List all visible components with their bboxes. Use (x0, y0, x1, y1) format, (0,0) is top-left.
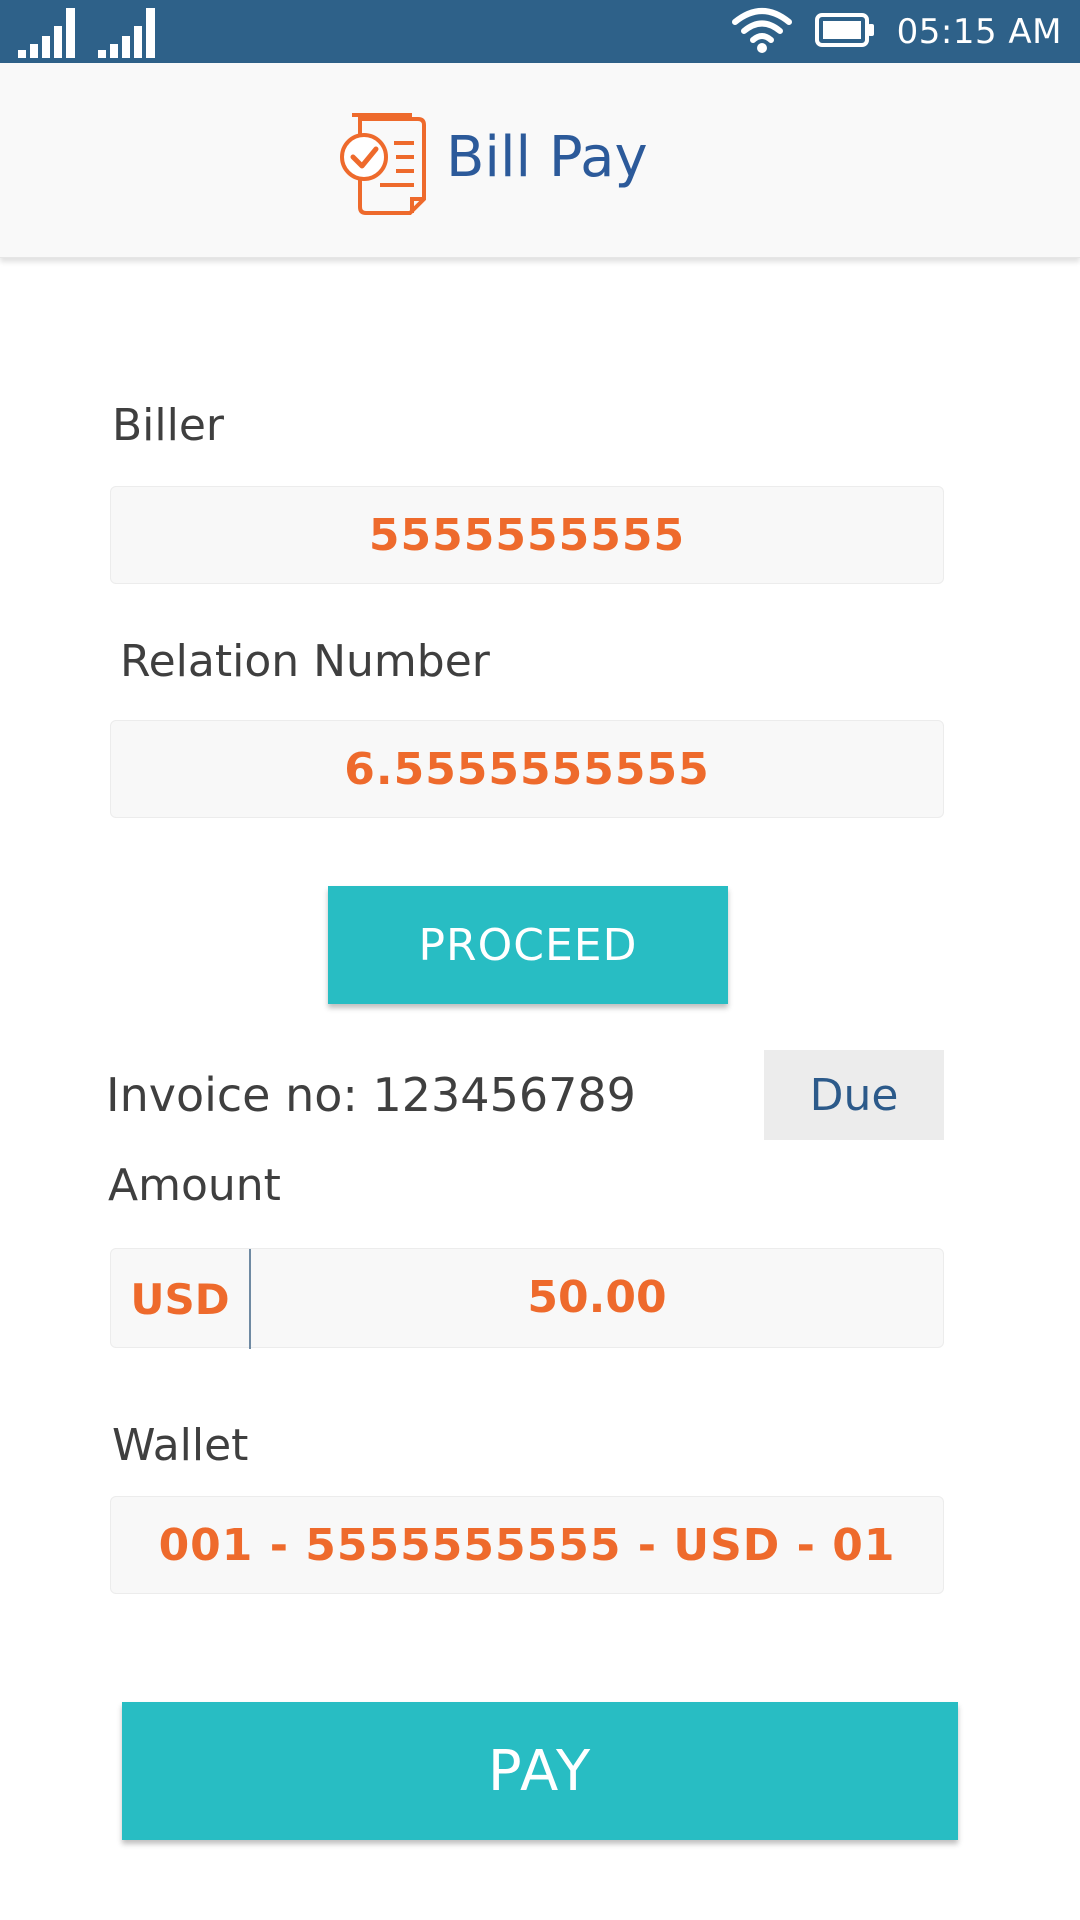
bill-document-check-icon (338, 113, 430, 221)
biller-value: 5555555555 (368, 509, 686, 561)
amount-label: Amount (108, 1160, 281, 1211)
currency-selector[interactable]: USD (111, 1249, 251, 1349)
relation-number-label: Relation Number (120, 636, 490, 687)
relation-number-field[interactable]: 6.5555555555 (110, 720, 944, 818)
signal-icon (18, 8, 82, 58)
page-title: Bill Pay (446, 125, 648, 190)
due-status-badge: Due (764, 1050, 944, 1140)
wallet-label: Wallet (112, 1420, 249, 1471)
amount-input[interactable]: 50.00 (251, 1249, 943, 1345)
amount-field[interactable]: USD 50.00 (110, 1248, 944, 1349)
status-bar: 05:15 AM (0, 0, 1080, 63)
biller-label: Biller (112, 400, 225, 451)
wallet-field[interactable]: 001 - 5555555555 - USD - 01 (110, 1496, 944, 1594)
app-bar: Bill Pay (0, 63, 1080, 258)
biller-field[interactable]: 5555555555 (110, 486, 944, 584)
wallet-value: 001 - 5555555555 - USD - 01 (158, 1519, 896, 1571)
status-time: 05:15 AM (896, 11, 1062, 52)
proceed-button[interactable]: PROCEED (328, 886, 728, 1004)
pay-button[interactable]: PAY (122, 1702, 958, 1840)
relation-number-value: 6.5555555555 (344, 743, 710, 795)
battery-icon (814, 12, 875, 51)
signal-icon (98, 8, 162, 58)
invoice-number: Invoice no: 123456789 (106, 1068, 636, 1122)
wifi-icon (731, 6, 793, 58)
